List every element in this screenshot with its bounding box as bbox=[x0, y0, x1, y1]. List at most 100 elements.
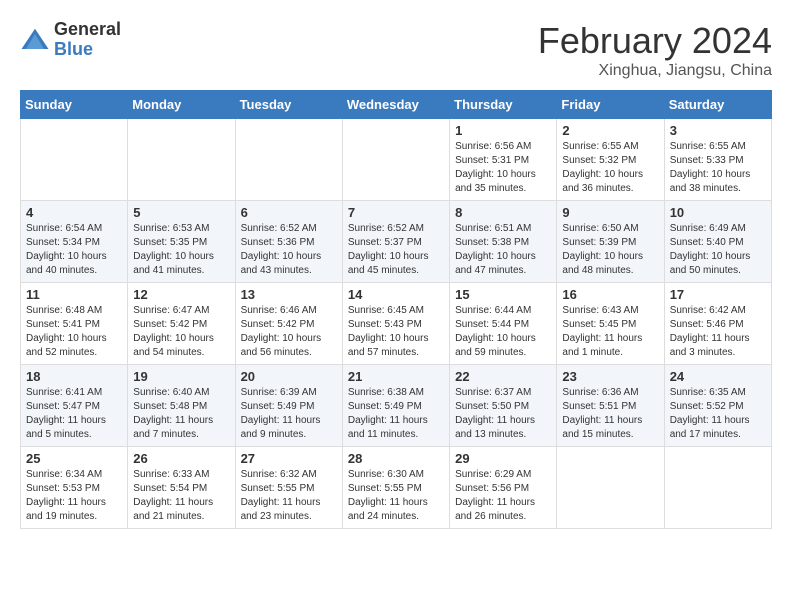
day-info: Sunrise: 6:44 AM Sunset: 5:44 PM Dayligh… bbox=[455, 304, 551, 360]
calendar-cell: 11 Sunrise: 6:48 AM Sunset: 5:41 PM Dayli… bbox=[21, 283, 128, 365]
calendar-cell: 17 Sunrise: 6:42 AM Sunset: 5:46 PM Dayli… bbox=[664, 283, 771, 365]
day-info: Sunrise: 6:43 AM Sunset: 5:45 PM Dayligh… bbox=[562, 304, 658, 360]
day-number: 19 bbox=[133, 369, 229, 384]
calendar-cell: 1Sunrise: 6:56 AM Sunset: 5:31 PM Daylig… bbox=[450, 119, 557, 201]
day-info: Sunrise: 6:37 AM Sunset: 5:50 PM Dayligh… bbox=[455, 386, 551, 442]
calendar-cell bbox=[128, 119, 235, 201]
day-info: Sunrise: 6:38 AM Sunset: 5:49 PM Dayligh… bbox=[348, 386, 444, 442]
weekday-header: Saturday bbox=[664, 91, 771, 119]
day-number: 29 bbox=[455, 451, 551, 466]
logo-icon bbox=[20, 25, 50, 55]
day-info: Sunrise: 6:50 AM Sunset: 5:39 PM Dayligh… bbox=[562, 222, 658, 278]
day-info: Sunrise: 6:40 AM Sunset: 5:48 PM Dayligh… bbox=[133, 386, 229, 442]
day-info: Sunrise: 6:41 AM Sunset: 5:47 PM Dayligh… bbox=[26, 386, 122, 442]
day-number: 15 bbox=[455, 287, 551, 302]
day-info: Sunrise: 6:55 AM Sunset: 5:32 PM Dayligh… bbox=[562, 140, 658, 196]
day-number: 11 bbox=[26, 287, 122, 302]
title-block: February 2024 Xinghua, Jiangsu, China bbox=[538, 20, 772, 80]
weekday-header: Tuesday bbox=[235, 91, 342, 119]
calendar-row: 25Sunrise: 6:34 AM Sunset: 5:53 PM Dayli… bbox=[21, 447, 772, 529]
day-number: 5 bbox=[133, 205, 229, 220]
day-info: Sunrise: 6:45 AM Sunset: 5:43 PM Dayligh… bbox=[348, 304, 444, 360]
day-number: 14 bbox=[348, 287, 444, 302]
calendar-cell: 24 Sunrise: 6:35 AM Sunset: 5:52 PM Dayli… bbox=[664, 365, 771, 447]
day-number: 22 bbox=[455, 369, 551, 384]
calendar-row: 18 Sunrise: 6:41 AM Sunset: 5:47 PM Dayli… bbox=[21, 365, 772, 447]
calendar-cell bbox=[21, 119, 128, 201]
day-number: 9 bbox=[562, 205, 658, 220]
weekday-header: Sunday bbox=[21, 91, 128, 119]
logo: General Blue bbox=[20, 20, 121, 60]
calendar-cell bbox=[557, 447, 664, 529]
day-info: Sunrise: 6:29 AM Sunset: 5:56 PM Dayligh… bbox=[455, 468, 551, 524]
day-info: Sunrise: 6:33 AM Sunset: 5:54 PM Dayligh… bbox=[133, 468, 229, 524]
logo-general: General bbox=[54, 20, 121, 40]
weekday-header: Friday bbox=[557, 91, 664, 119]
day-number: 8 bbox=[455, 205, 551, 220]
day-info: Sunrise: 6:30 AM Sunset: 5:55 PM Dayligh… bbox=[348, 468, 444, 524]
day-info: Sunrise: 6:54 AM Sunset: 5:34 PM Dayligh… bbox=[26, 222, 122, 278]
calendar-cell: 13 Sunrise: 6:46 AM Sunset: 5:42 PM Dayli… bbox=[235, 283, 342, 365]
calendar-cell: 27 Sunrise: 6:32 AM Sunset: 5:55 PM Dayli… bbox=[235, 447, 342, 529]
day-info: Sunrise: 6:46 AM Sunset: 5:42 PM Dayligh… bbox=[241, 304, 337, 360]
calendar-cell: 5 Sunrise: 6:53 AM Sunset: 5:35 PM Daylig… bbox=[128, 201, 235, 283]
day-number: 10 bbox=[670, 205, 766, 220]
calendar-cell: 19 Sunrise: 6:40 AM Sunset: 5:48 PM Dayli… bbox=[128, 365, 235, 447]
calendar-cell: 12Sunrise: 6:47 AM Sunset: 5:42 PM Dayli… bbox=[128, 283, 235, 365]
logo-blue: Blue bbox=[54, 40, 121, 60]
day-number: 27 bbox=[241, 451, 337, 466]
calendar-row: 11 Sunrise: 6:48 AM Sunset: 5:41 PM Dayli… bbox=[21, 283, 772, 365]
day-info: Sunrise: 6:34 AM Sunset: 5:53 PM Dayligh… bbox=[26, 468, 122, 524]
day-number: 6 bbox=[241, 205, 337, 220]
calendar-cell: 18 Sunrise: 6:41 AM Sunset: 5:47 PM Dayli… bbox=[21, 365, 128, 447]
day-number: 26 bbox=[133, 451, 229, 466]
page-header: General Blue February 2024 Xinghua, Jian… bbox=[20, 20, 772, 80]
day-info: Sunrise: 6:35 AM Sunset: 5:52 PM Dayligh… bbox=[670, 386, 766, 442]
calendar-cell: 9 Sunrise: 6:50 AM Sunset: 5:39 PM Daylig… bbox=[557, 201, 664, 283]
calendar-cell: 6 Sunrise: 6:52 AM Sunset: 5:36 PM Daylig… bbox=[235, 201, 342, 283]
calendar-table: SundayMondayTuesdayWednesdayThursdayFrid… bbox=[20, 90, 772, 529]
day-number: 13 bbox=[241, 287, 337, 302]
day-number: 28 bbox=[348, 451, 444, 466]
calendar-cell: 28 Sunrise: 6:30 AM Sunset: 5:55 PM Dayli… bbox=[342, 447, 449, 529]
day-number: 2 bbox=[562, 123, 658, 138]
day-info: Sunrise: 6:55 AM Sunset: 5:33 PM Dayligh… bbox=[670, 140, 766, 196]
day-info: Sunrise: 6:51 AM Sunset: 5:38 PM Dayligh… bbox=[455, 222, 551, 278]
calendar-cell: 26 Sunrise: 6:33 AM Sunset: 5:54 PM Dayli… bbox=[128, 447, 235, 529]
day-number: 18 bbox=[26, 369, 122, 384]
weekday-header: Monday bbox=[128, 91, 235, 119]
header-row: SundayMondayTuesdayWednesdayThursdayFrid… bbox=[21, 91, 772, 119]
calendar-cell: 21 Sunrise: 6:38 AM Sunset: 5:49 PM Dayli… bbox=[342, 365, 449, 447]
calendar-cell: 4 Sunrise: 6:54 AM Sunset: 5:34 PM Daylig… bbox=[21, 201, 128, 283]
month-title: February 2024 bbox=[538, 20, 772, 62]
day-info: Sunrise: 6:48 AM Sunset: 5:41 PM Dayligh… bbox=[26, 304, 122, 360]
day-info: Sunrise: 6:42 AM Sunset: 5:46 PM Dayligh… bbox=[670, 304, 766, 360]
logo-text: General Blue bbox=[54, 20, 121, 60]
day-number: 17 bbox=[670, 287, 766, 302]
calendar-cell bbox=[342, 119, 449, 201]
day-info: Sunrise: 6:53 AM Sunset: 5:35 PM Dayligh… bbox=[133, 222, 229, 278]
calendar-cell: 2 Sunrise: 6:55 AM Sunset: 5:32 PM Daylig… bbox=[557, 119, 664, 201]
day-number: 4 bbox=[26, 205, 122, 220]
calendar-cell: 29 Sunrise: 6:29 AM Sunset: 5:56 PM Dayli… bbox=[450, 447, 557, 529]
day-number: 24 bbox=[670, 369, 766, 384]
calendar-cell: 14 Sunrise: 6:45 AM Sunset: 5:43 PM Dayli… bbox=[342, 283, 449, 365]
day-number: 3 bbox=[670, 123, 766, 138]
calendar-row: 1Sunrise: 6:56 AM Sunset: 5:31 PM Daylig… bbox=[21, 119, 772, 201]
day-number: 7 bbox=[348, 205, 444, 220]
calendar-cell: 23 Sunrise: 6:36 AM Sunset: 5:51 PM Dayli… bbox=[557, 365, 664, 447]
day-number: 21 bbox=[348, 369, 444, 384]
day-number: 16 bbox=[562, 287, 658, 302]
day-number: 23 bbox=[562, 369, 658, 384]
weekday-header: Thursday bbox=[450, 91, 557, 119]
calendar-cell bbox=[664, 447, 771, 529]
calendar-cell: 25Sunrise: 6:34 AM Sunset: 5:53 PM Dayli… bbox=[21, 447, 128, 529]
day-info: Sunrise: 6:49 AM Sunset: 5:40 PM Dayligh… bbox=[670, 222, 766, 278]
day-number: 12 bbox=[133, 287, 229, 302]
day-info: Sunrise: 6:36 AM Sunset: 5:51 PM Dayligh… bbox=[562, 386, 658, 442]
day-info: Sunrise: 6:32 AM Sunset: 5:55 PM Dayligh… bbox=[241, 468, 337, 524]
calendar-cell bbox=[235, 119, 342, 201]
day-info: Sunrise: 6:56 AM Sunset: 5:31 PM Dayligh… bbox=[455, 140, 551, 196]
weekday-header: Wednesday bbox=[342, 91, 449, 119]
day-info: Sunrise: 6:52 AM Sunset: 5:36 PM Dayligh… bbox=[241, 222, 337, 278]
